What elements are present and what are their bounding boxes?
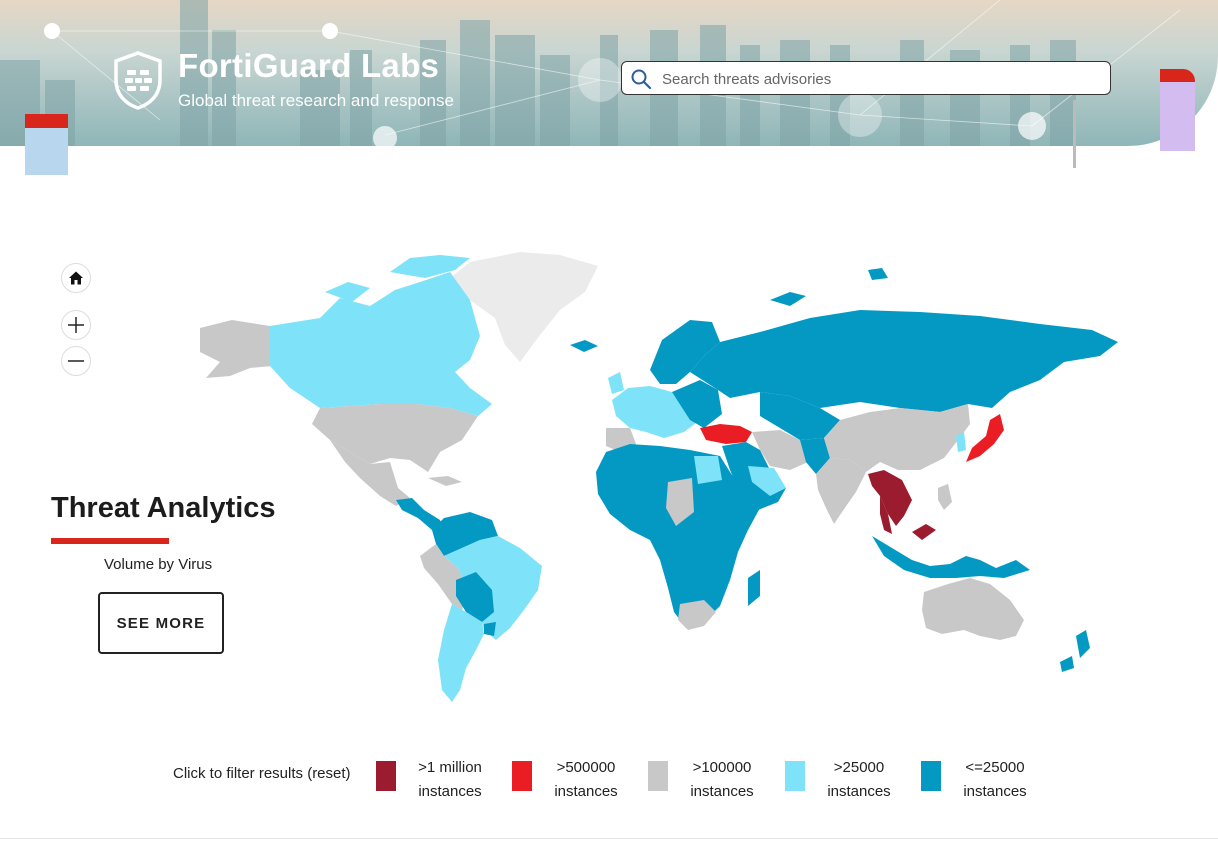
threat-analytics-subtitle: Volume by Virus: [104, 556, 213, 573]
region-madagascar[interactable]: [748, 570, 760, 606]
legend-swatch: [785, 761, 805, 791]
minus-icon: [68, 360, 84, 362]
region-canada[interactable]: [270, 272, 492, 416]
region-uk[interactable]: [608, 372, 624, 394]
region-russia[interactable]: [690, 310, 1118, 412]
legend-swatch: [921, 761, 941, 791]
region-philippines[interactable]: [938, 484, 952, 510]
header-banner: FortiGuard Labs Global threat research a…: [0, 0, 1218, 146]
region-india[interactable]: [816, 458, 866, 524]
legend-text: >25000 instances: [827, 759, 891, 800]
decorative-line: [1073, 100, 1076, 168]
region-new-zealand-south[interactable]: [1060, 656, 1074, 672]
legend-text: <=25000 instances: [963, 759, 1027, 800]
brand-subtitle: Global threat research and response: [178, 91, 454, 110]
region-mainland-southeast-asia[interactable]: [868, 470, 912, 526]
footer-divider: [0, 838, 1218, 839]
legend-filter-label[interactable]: Click to filter results (reset): [173, 765, 351, 782]
region-egypt[interactable]: [694, 456, 722, 484]
region-japan[interactable]: [966, 414, 1004, 462]
map-zoom-out-button[interactable]: [61, 346, 91, 376]
world-threat-map[interactable]: [190, 250, 1130, 710]
legend-swatch: [648, 761, 668, 791]
region-usa[interactable]: [312, 404, 478, 472]
search-icon[interactable]: [630, 68, 652, 90]
region-alaska[interactable]: [200, 320, 272, 378]
search-box[interactable]: [621, 61, 1111, 95]
region-arctic-archipelago[interactable]: [868, 268, 888, 280]
region-malaysia-borneo[interactable]: [912, 524, 936, 540]
region-indonesia[interactable]: [872, 536, 1030, 578]
search-input[interactable]: [660, 66, 1104, 92]
see-more-button[interactable]: SEE MORE: [98, 592, 224, 654]
decorative-block-purple: [1160, 82, 1195, 151]
map-zoom-in-button[interactable]: [61, 310, 91, 340]
legend-text: >100000 instances: [690, 759, 754, 800]
region-novaya-zemlya[interactable]: [770, 292, 806, 306]
legend-swatch: [512, 761, 532, 791]
legend-text: >1 million instances: [418, 759, 482, 800]
region-uruguay[interactable]: [484, 622, 496, 636]
region-cuba[interactable]: [428, 476, 462, 486]
decorative-block-red-right: [1160, 69, 1195, 83]
home-icon: [69, 271, 83, 285]
plus-icon: [68, 317, 84, 333]
decorative-block-blue: [25, 128, 68, 175]
legend-swatch: [376, 761, 396, 791]
region-turkey[interactable]: [700, 424, 752, 444]
map-home-button[interactable]: [61, 263, 91, 293]
threat-analytics-title: Threat Analytics: [51, 492, 276, 524]
region-new-zealand-north[interactable]: [1076, 630, 1090, 658]
title-accent-bar: [51, 538, 169, 544]
brand-title[interactable]: FortiGuard Labs: [178, 47, 439, 85]
legend-text: >500000 instances: [554, 759, 618, 800]
region-australia[interactable]: [922, 578, 1024, 640]
region-iceland[interactable]: [570, 340, 598, 352]
fortinet-shield-icon: [114, 51, 162, 110]
region-arctic-islands-west[interactable]: [325, 282, 370, 302]
